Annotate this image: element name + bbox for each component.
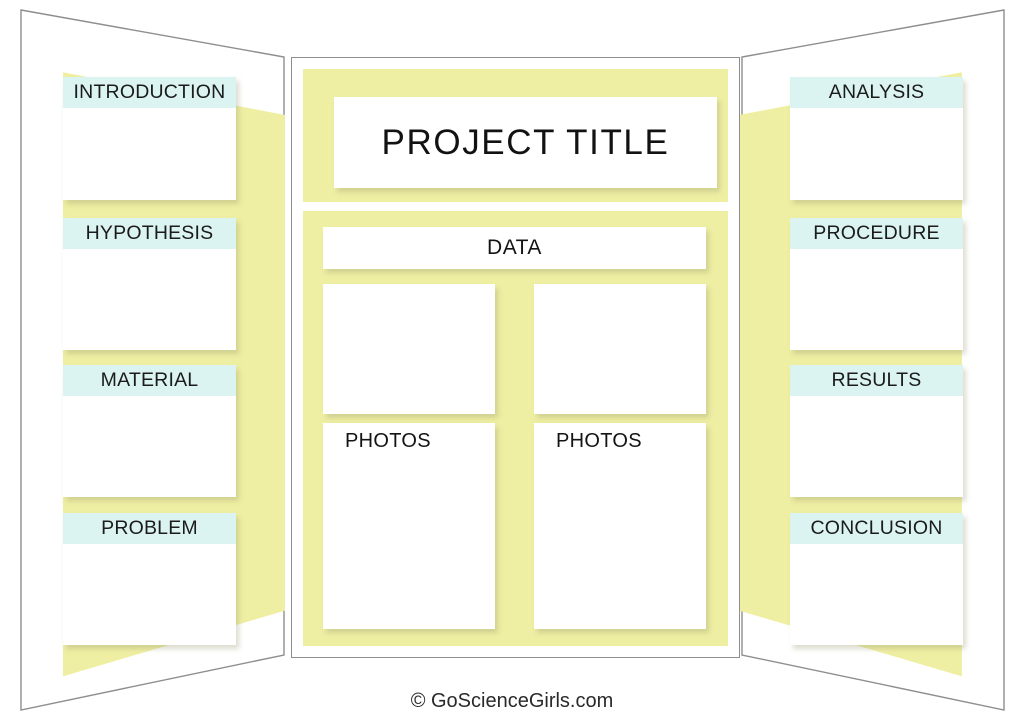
section-card-procedure[interactable]: PROCEDURE bbox=[790, 218, 963, 350]
chart-card-right[interactable] bbox=[534, 284, 706, 414]
project-title-card[interactable]: PROJECT TITLE bbox=[334, 97, 717, 188]
photo-card-left[interactable]: PHOTOS bbox=[323, 423, 495, 629]
center-data-block: DATA PHOTOS PHOTOS bbox=[303, 211, 728, 646]
section-header-analysis: ANALYSIS bbox=[790, 77, 963, 108]
section-header-problem: PROBLEM bbox=[63, 513, 236, 544]
right-panel-sections: ANALYSIS PROCEDURE RESULTS CONCLUSION bbox=[739, 10, 1005, 710]
center-title-block: PROJECT TITLE bbox=[303, 69, 728, 202]
trifold-board-stage: INTRODUCTION HYPOTHESIS MATERIAL PROBLEM… bbox=[0, 0, 1024, 724]
photo-label-left: PHOTOS bbox=[345, 430, 431, 452]
right-panel: ANALYSIS PROCEDURE RESULTS CONCLUSION bbox=[739, 10, 1005, 710]
section-header-results: RESULTS bbox=[790, 365, 963, 396]
section-body-hypothesis[interactable] bbox=[63, 249, 236, 350]
section-header-introduction: INTRODUCTION bbox=[63, 77, 236, 108]
section-header-conclusion: CONCLUSION bbox=[790, 513, 963, 544]
section-body-procedure[interactable] bbox=[790, 249, 963, 350]
section-card-material[interactable]: MATERIAL bbox=[63, 365, 236, 497]
section-body-analysis[interactable] bbox=[790, 108, 963, 200]
section-card-analysis[interactable]: ANALYSIS bbox=[790, 77, 963, 200]
section-body-results[interactable] bbox=[790, 396, 963, 497]
section-card-problem[interactable]: PROBLEM bbox=[63, 513, 236, 645]
chart-card-left[interactable] bbox=[323, 284, 495, 414]
center-panel: PROJECT TITLE DATA PHOTOS PHOTOS bbox=[291, 57, 740, 658]
section-body-introduction[interactable] bbox=[63, 108, 236, 200]
section-header-procedure: PROCEDURE bbox=[790, 218, 963, 249]
data-label: DATA bbox=[487, 236, 542, 259]
section-body-conclusion[interactable] bbox=[790, 544, 963, 645]
photo-card-right[interactable]: PHOTOS bbox=[534, 423, 706, 629]
left-panel-sections: INTRODUCTION HYPOTHESIS MATERIAL PROBLEM bbox=[20, 10, 285, 710]
section-card-results[interactable]: RESULTS bbox=[790, 365, 963, 497]
section-body-material[interactable] bbox=[63, 396, 236, 497]
section-card-introduction[interactable]: INTRODUCTION bbox=[63, 77, 236, 200]
section-card-hypothesis[interactable]: HYPOTHESIS bbox=[63, 218, 236, 350]
section-header-material: MATERIAL bbox=[63, 365, 236, 396]
data-card[interactable]: DATA bbox=[323, 227, 706, 269]
project-title-text: PROJECT TITLE bbox=[381, 122, 670, 162]
section-body-problem[interactable] bbox=[63, 544, 236, 645]
left-panel: INTRODUCTION HYPOTHESIS MATERIAL PROBLEM bbox=[20, 10, 285, 710]
photo-label-right: PHOTOS bbox=[556, 430, 642, 452]
section-card-conclusion[interactable]: CONCLUSION bbox=[790, 513, 963, 645]
section-header-hypothesis: HYPOTHESIS bbox=[63, 218, 236, 249]
footer-credit: © GoScienceGirls.com bbox=[410, 690, 614, 712]
